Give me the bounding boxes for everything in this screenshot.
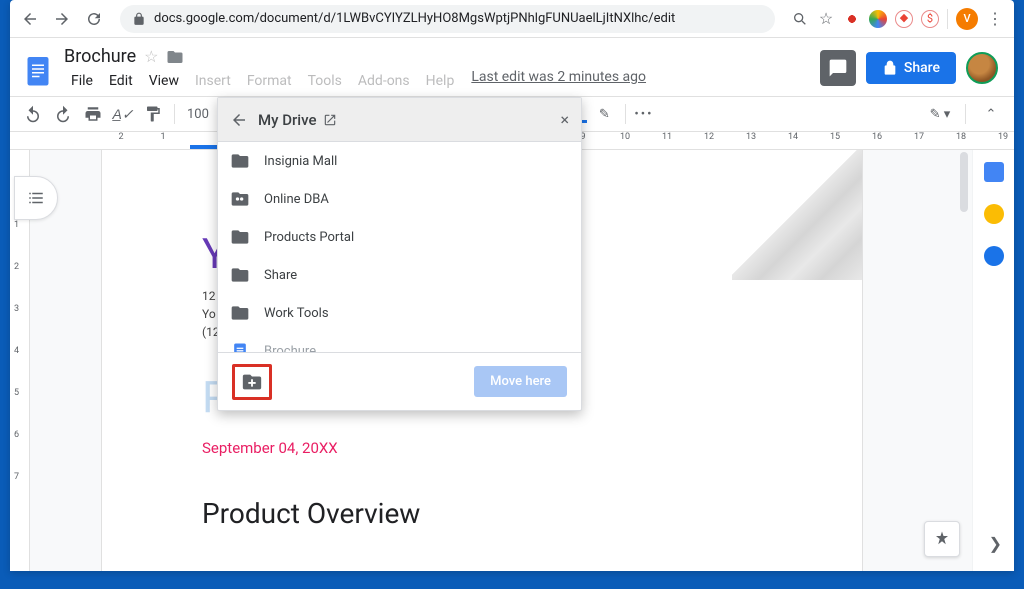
extension-icon-1[interactable] — [843, 10, 861, 28]
side-panel — [972, 150, 1014, 571]
calendar-icon[interactable] — [984, 162, 1004, 182]
extension-icon-3[interactable]: ◆ — [895, 10, 913, 28]
menu-help[interactable]: Help — [419, 69, 462, 93]
decorative-corner — [732, 150, 862, 280]
forward-button[interactable] — [48, 5, 76, 33]
move-dialog-title: My Drive — [258, 111, 317, 129]
menu-insert[interactable]: Insert — [188, 69, 238, 93]
last-edit-link[interactable]: Last edit was 2 minutes ago — [471, 69, 646, 93]
folder-icon[interactable] — [166, 48, 184, 66]
menu-format[interactable]: Format — [240, 69, 299, 93]
profile-avatar[interactable]: V — [956, 8, 978, 30]
print-button[interactable] — [80, 101, 106, 127]
explore-button[interactable] — [924, 521, 960, 557]
user-avatar[interactable] — [966, 52, 998, 84]
document-outline-button[interactable] — [14, 176, 58, 220]
folder-item[interactable]: Products Portal — [218, 218, 581, 256]
extension-icon-4[interactable]: $ — [921, 10, 939, 28]
menu-addons[interactable]: Add-ons — [351, 69, 417, 93]
editing-mode-button[interactable]: ✎ ▾ — [927, 101, 953, 127]
redo-button[interactable] — [50, 101, 76, 127]
move-here-button[interactable]: Move here — [474, 366, 567, 397]
extension-icon-2[interactable] — [869, 10, 887, 28]
share-label: Share — [904, 60, 940, 76]
section-heading: Product Overview — [202, 497, 762, 530]
undo-button[interactable] — [20, 101, 46, 127]
side-panel-toggle[interactable]: ❯ — [989, 534, 1002, 553]
docs-logo-icon[interactable] — [20, 48, 56, 96]
url-bar[interactable]: docs.google.com/document/d/1LWBvCYIYZLHy… — [120, 5, 775, 33]
zoom-select[interactable]: 100 — [183, 107, 213, 122]
highlight-button[interactable]: ✎ — [591, 101, 617, 127]
lock-icon — [132, 12, 146, 26]
menu-file[interactable]: File — [64, 69, 100, 93]
menu-edit[interactable]: Edit — [102, 69, 140, 93]
document-title[interactable]: Brochure — [64, 46, 136, 67]
paint-format-button[interactable] — [140, 101, 166, 127]
close-button[interactable]: × — [560, 110, 569, 129]
menu-tools[interactable]: Tools — [301, 69, 349, 93]
lock-icon — [882, 60, 898, 76]
document-date: September 04, 20XX — [202, 439, 762, 457]
share-button[interactable]: Share — [866, 52, 956, 84]
collapse-toolbar-button[interactable]: ⌃ — [978, 101, 1004, 127]
chrome-menu-icon[interactable]: ⋮ — [986, 10, 1004, 28]
spellcheck-button[interactable]: A̲✓ — [110, 101, 136, 127]
move-dialog: My Drive × Insignia MallOnline DBAProduc… — [217, 97, 582, 411]
keep-icon[interactable] — [984, 204, 1004, 224]
menu-view[interactable]: View — [142, 69, 186, 93]
new-folder-button[interactable] — [232, 364, 272, 400]
comments-button[interactable] — [820, 50, 856, 86]
star-outline-icon[interactable]: ☆ — [144, 47, 158, 66]
folder-item[interactable]: Work Tools — [218, 294, 581, 332]
folder-item[interactable]: Share — [218, 256, 581, 294]
more-toolbar-button[interactable]: ••• — [634, 107, 653, 122]
vertical-scrollbar[interactable] — [958, 150, 970, 571]
back-icon[interactable] — [230, 111, 248, 129]
folder-item[interactable]: Online DBA — [218, 180, 581, 218]
back-button[interactable] — [16, 5, 44, 33]
star-icon[interactable]: ☆ — [817, 10, 835, 28]
tasks-icon[interactable] — [984, 246, 1004, 266]
url-text: docs.google.com/document/d/1LWBvCYIYZLHy… — [154, 11, 675, 26]
folder-item[interactable]: Brochure — [218, 332, 581, 352]
folder-item[interactable]: Insignia Mall — [218, 142, 581, 180]
zoom-icon[interactable] — [791, 10, 809, 28]
open-drive-icon[interactable] — [323, 113, 337, 127]
reload-button[interactable] — [80, 5, 108, 33]
